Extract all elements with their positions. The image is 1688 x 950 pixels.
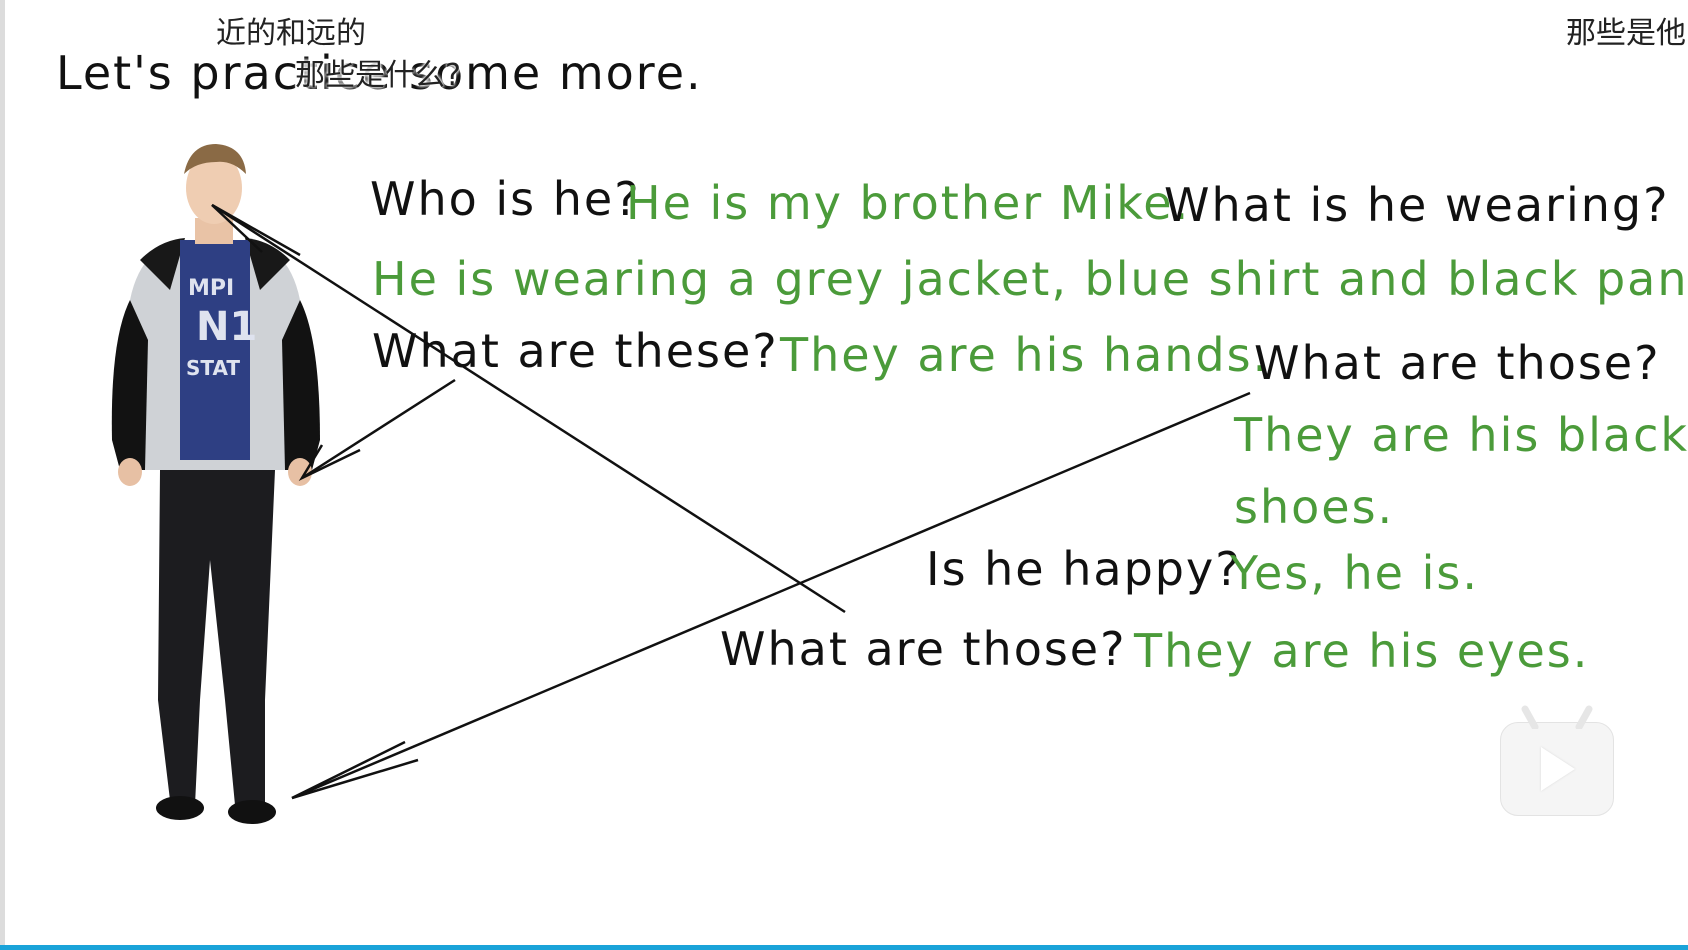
subtitle-line1: 近的和远的 — [216, 16, 366, 51]
video-slide: MPI N1 STAT Let's practice some more. 近的… — [0, 0, 1688, 950]
question-those-shoes: What are those? — [1254, 336, 1661, 390]
question-who: Who is he? — [370, 172, 641, 226]
answer-those-eyes: They are his eyes. — [1134, 624, 1590, 678]
answer-these: They are his hands. — [780, 328, 1270, 382]
subtitle-line2: 那些是什么? — [295, 58, 461, 93]
answer-those-shoes-line1: They are his black — [1234, 408, 1688, 462]
subtitle-right: 那些是他 — [1566, 16, 1686, 51]
play-button[interactable] — [1500, 705, 1614, 816]
question-wearing: What is he wearing? — [1164, 178, 1670, 232]
answer-who: He is my brother Mike. — [626, 176, 1191, 230]
answer-those-shoes-line2: shoes. — [1234, 480, 1395, 534]
answer-wearing: He is wearing a grey jacket, blue shirt … — [372, 252, 1688, 306]
question-these: What are these? — [372, 324, 779, 378]
progress-bar[interactable] — [0, 945, 1688, 950]
tv-antenna-icon — [1521, 705, 1593, 729]
connector-lines — [211, 203, 1251, 800]
question-happy: Is he happy? — [926, 542, 1242, 596]
answer-happy: Yes, he is. — [1230, 546, 1479, 600]
play-icon — [1541, 747, 1575, 791]
question-those-eyes: What are those? — [720, 622, 1127, 676]
